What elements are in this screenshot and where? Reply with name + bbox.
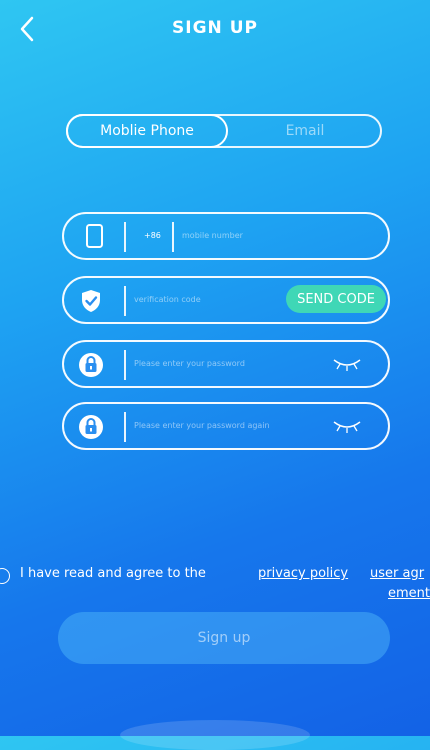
phone-field: +86	[62, 212, 390, 260]
field-divider	[124, 286, 126, 316]
password-field	[62, 340, 390, 388]
phone-icon	[86, 224, 103, 248]
verification-code-input[interactable]	[134, 278, 274, 322]
page-title: SIGN UP	[172, 18, 258, 38]
user-agreement-link-continued[interactable]: ement	[370, 586, 430, 601]
confirm-password-field	[62, 402, 390, 450]
eye-closed-icon[interactable]	[332, 356, 362, 372]
field-divider	[172, 222, 174, 252]
eye-closed-icon[interactable]	[332, 418, 362, 434]
user-agreement-link[interactable]: user agr	[370, 566, 430, 581]
password-input[interactable]	[134, 342, 324, 386]
signup-method-tabs: Moblie Phone Email	[66, 114, 382, 148]
lock-icon	[79, 353, 103, 377]
tab-email[interactable]: Email	[228, 116, 382, 146]
verification-code-field: SEND CODE	[62, 276, 390, 324]
tab-mobile-phone[interactable]: Moblie Phone	[66, 114, 228, 148]
field-divider	[124, 412, 126, 442]
agreement-row: I have read and agree to the privacy pol…	[0, 560, 430, 604]
field-divider	[124, 350, 126, 380]
phone-number-input[interactable]	[182, 214, 372, 258]
top-bar: SIGN UP	[0, 0, 430, 60]
shield-check-icon	[82, 290, 100, 312]
bottom-decoration	[120, 720, 310, 750]
privacy-policy-link[interactable]: privacy policy	[258, 566, 348, 581]
lock-icon	[79, 415, 103, 439]
agreement-text: I have read and agree to the	[20, 566, 206, 581]
field-divider	[124, 222, 126, 252]
sign-up-button[interactable]: Sign up	[58, 612, 390, 664]
send-code-button[interactable]: SEND CODE	[286, 285, 386, 313]
confirm-password-input[interactable]	[134, 404, 324, 448]
agree-radio[interactable]	[0, 568, 10, 584]
country-code[interactable]: +86	[144, 214, 161, 258]
